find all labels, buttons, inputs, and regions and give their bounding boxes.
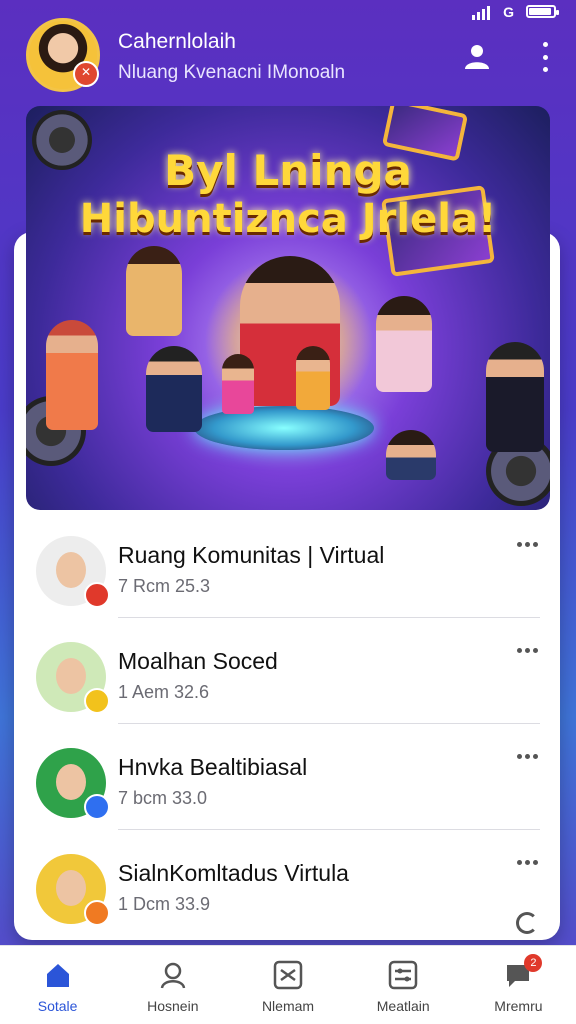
- nav-label: Nlemam: [261, 998, 315, 1014]
- room-title: Ruang Komunitas | Virtual: [118, 542, 385, 568]
- nav-item-messages[interactable]: 2 Mremru: [461, 946, 576, 1024]
- child-figure: [296, 346, 330, 410]
- child-figure: [222, 354, 254, 414]
- nav-label: Mremru: [494, 998, 543, 1014]
- nav-item-explore[interactable]: Nlemam: [230, 946, 345, 1024]
- list-item[interactable]: Ruang Komunitas | Virtual 7 Rcm 25.3: [14, 512, 560, 618]
- room-meta: 7 Rcm 25.3: [118, 576, 211, 596]
- room-avatar: [36, 854, 110, 926]
- avatar-badge-icon: [84, 794, 110, 820]
- notification-badge: 2: [524, 954, 543, 972]
- stage-platform: [194, 406, 374, 450]
- avatar-badge-icon: [84, 582, 110, 608]
- room-meta: 7 bcm 33.0: [118, 788, 208, 808]
- nav-item-settings[interactable]: Meatlain: [346, 946, 461, 1024]
- header: ✕ Cahernlolaih Nluang Kvenacni IMonoaln: [26, 18, 556, 94]
- settings-icon: [388, 960, 418, 990]
- room-meta: 1 Dcm 33.9: [118, 894, 211, 914]
- list-item[interactable]: Hnvka Bealtibiasal 7 bcm 33.0: [14, 724, 560, 830]
- header-subtitle: Nluang Kvenacni IMonoaln: [118, 62, 346, 83]
- person-figure: [126, 246, 182, 336]
- people-icon[interactable]: [462, 42, 492, 72]
- room-list: Ruang Komunitas | Virtual 7 Rcm 25.3 Moa…: [14, 512, 560, 936]
- nav-label: Hosnein: [147, 998, 199, 1014]
- room-title: Moalhan Soced: [118, 648, 278, 674]
- bottom-nav: Sotale Hosnein Nlemam Meatlain 2 Mremru: [0, 945, 576, 1024]
- banner-title-line2: Hibuntiznca Jrlela!: [79, 196, 497, 242]
- shuffle-icon: [273, 960, 303, 990]
- room-avatar: [36, 642, 110, 714]
- avatar-badge-icon: [84, 900, 110, 926]
- person-icon: [160, 962, 186, 989]
- list-item[interactable]: SialnKomltadus Virtula 1 Dcm 33.9: [14, 830, 560, 936]
- person-figure: [146, 346, 202, 432]
- nav-label: Meatlain: [376, 998, 430, 1014]
- avatar-badge-icon: [84, 688, 110, 714]
- room-avatar: [36, 748, 110, 820]
- room-meta: 1 Aem 32.6: [118, 682, 210, 702]
- header-title: Cahernlolaih: [118, 30, 236, 53]
- person-figure: [46, 320, 98, 430]
- person-figure: [376, 296, 432, 392]
- room-title: Hnvka Bealtibiasal: [118, 754, 308, 780]
- person-figure: [486, 342, 544, 452]
- battery-icon: [526, 5, 559, 18]
- banner-title-line1: Byl Lninga: [164, 146, 412, 195]
- more-options-icon[interactable]: [517, 648, 538, 653]
- room-avatar: [36, 536, 110, 608]
- refresh-icon[interactable]: [516, 912, 538, 934]
- nav-item-home[interactable]: Sotale: [0, 946, 115, 1024]
- more-options-icon[interactable]: [517, 860, 538, 865]
- more-options-icon[interactable]: [517, 542, 538, 547]
- event-banner[interactable]: Byl Lninga Hibuntiznca Jrlela!: [26, 106, 550, 510]
- more-options-icon[interactable]: [517, 754, 538, 759]
- list-item[interactable]: Moalhan Soced 1 Aem 32.6: [14, 618, 560, 724]
- profile-avatar[interactable]: ✕: [26, 18, 100, 92]
- nav-item-profile[interactable]: Hosnein: [115, 946, 230, 1024]
- home-icon: [46, 964, 69, 987]
- nav-label: Sotale: [37, 998, 78, 1014]
- more-menu-icon[interactable]: [540, 42, 550, 72]
- avatar-badge-icon: ✕: [73, 61, 99, 87]
- room-title: SialnKomltadus Virtula: [118, 860, 349, 886]
- person-figure: [386, 430, 436, 480]
